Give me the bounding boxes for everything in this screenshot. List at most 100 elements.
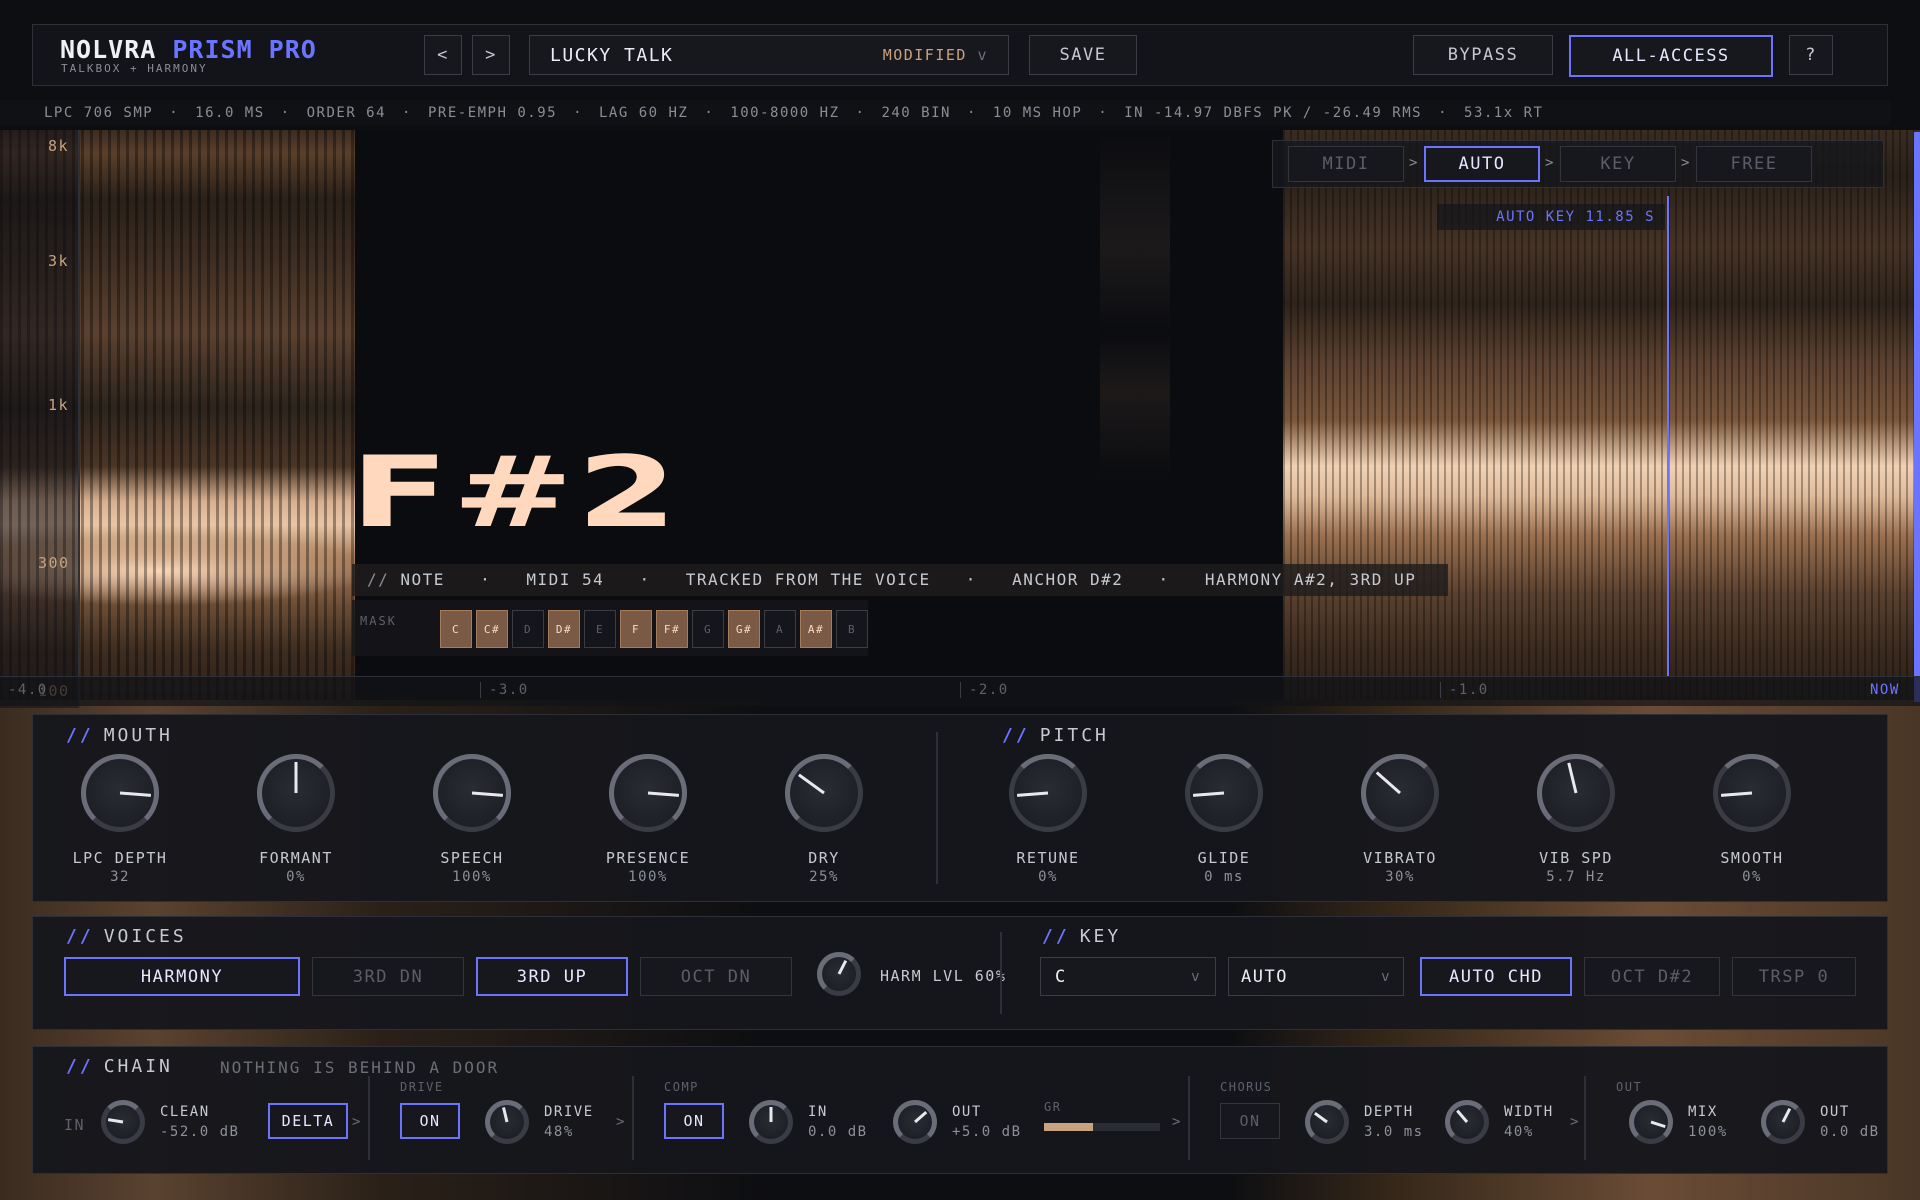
vibrato-knob[interactable] — [1361, 754, 1439, 832]
bypass-button[interactable]: BYPASS — [1413, 35, 1553, 75]
mask-key-fsharp[interactable]: F# — [656, 610, 688, 648]
key-root-value: C — [1055, 966, 1067, 987]
key-scale-select[interactable]: AUTO v — [1228, 957, 1404, 996]
harmony-level-label: HARM LVL 60% — [880, 967, 1007, 985]
chevron-down-icon: v — [1381, 968, 1391, 985]
auto-chord-button[interactable]: AUTO CHD — [1420, 957, 1572, 996]
delta-button[interactable]: DELTA — [268, 1103, 348, 1139]
key-root-select[interactable]: C v — [1040, 957, 1216, 996]
knob-value: 0% — [1742, 869, 1762, 885]
mask-key-d[interactable]: D — [512, 610, 544, 648]
gain-reduction-fill — [1044, 1123, 1093, 1131]
speech-knob[interactable] — [433, 754, 511, 832]
knob-label: RETUNE — [1016, 849, 1080, 867]
help-button[interactable]: ? — [1789, 35, 1833, 75]
formant-knob[interactable] — [257, 754, 335, 832]
third-up-button[interactable]: 3RD UP — [476, 957, 628, 996]
divider — [936, 732, 938, 884]
mix-knob[interactable] — [1629, 1100, 1673, 1144]
comp-out-knob[interactable] — [893, 1100, 937, 1144]
output-knob[interactable] — [1761, 1100, 1805, 1144]
separator: · — [280, 105, 291, 121]
mask-key-g[interactable]: G — [692, 610, 724, 648]
note-anchor: ANCHOR D#2 — [1012, 570, 1124, 589]
mask-key-a[interactable]: A — [764, 610, 796, 648]
mask-key-e[interactable]: E — [584, 610, 616, 648]
comp-on-button[interactable]: ON — [664, 1103, 724, 1139]
auto-key-readout: AUTO KEY 11.85 S — [1437, 204, 1665, 230]
time-label: -2.0 — [960, 682, 1009, 698]
mode-arrow: > — [1681, 155, 1691, 171]
chain-arrow: > — [352, 1114, 362, 1130]
retune-knob[interactable] — [1009, 754, 1087, 832]
octave-down-button[interactable]: OCT DN — [640, 957, 792, 996]
note-label: NOTE — [400, 570, 445, 589]
prev-preset-button[interactable]: < — [424, 35, 462, 75]
note-source: TRACKED FROM THE VOICE — [685, 570, 931, 589]
comp-in-knob[interactable] — [749, 1100, 793, 1144]
chain-arrow: > — [1172, 1114, 1182, 1130]
knob-pointer — [294, 762, 298, 793]
harmony-button[interactable]: HARMONY — [64, 957, 300, 996]
mask-key-c[interactable]: C — [440, 610, 472, 648]
chevron-down-icon: v — [977, 46, 988, 64]
chorus-group-label: CHORUS — [1220, 1080, 1273, 1094]
lpc-depth-knob[interactable] — [81, 754, 159, 832]
freq-label-1k: 1k — [48, 396, 70, 414]
all-access-button[interactable]: ALL-ACCESS — [1569, 35, 1773, 77]
separator: · — [639, 570, 651, 589]
playhead[interactable] — [1667, 196, 1669, 676]
note-prefix: // — [367, 570, 390, 589]
chain-in-label: IN — [64, 1116, 86, 1134]
knob-value: 0% — [1038, 869, 1058, 885]
glide-knob[interactable] — [1185, 754, 1263, 832]
mode-key-button[interactable]: KEY — [1560, 146, 1676, 182]
mode-free-button[interactable]: FREE — [1696, 146, 1812, 182]
octave-button[interactable]: OCT D#2 — [1584, 957, 1720, 996]
mask-key-csharp[interactable]: C# — [476, 610, 508, 648]
mode-auto-button[interactable]: AUTO — [1424, 146, 1540, 182]
depth-value: 3.0 ms — [1364, 1124, 1424, 1140]
harmony-level-knob[interactable] — [817, 952, 861, 996]
next-preset-button[interactable]: > — [472, 35, 510, 75]
mask-key-b[interactable]: B — [836, 610, 868, 648]
key-scale-value: AUTO — [1241, 966, 1288, 987]
section-marker: // — [66, 926, 94, 947]
divider — [1584, 1076, 1586, 1160]
smooth-knob[interactable] — [1713, 754, 1791, 832]
mask-key-f[interactable]: F — [620, 610, 652, 648]
third-down-button[interactable]: 3RD DN — [312, 957, 464, 996]
comp-out-label: OUT — [952, 1104, 982, 1120]
edge-marker — [1914, 132, 1920, 702]
knob-label: PRESENCE — [605, 849, 691, 867]
width-knob[interactable] — [1445, 1100, 1489, 1144]
mask-key-dsharp[interactable]: D# — [548, 610, 580, 648]
key-section-title: //KEY — [1042, 926, 1122, 947]
mask-key-asharp[interactable]: A# — [800, 610, 832, 648]
stat-item: 53.1x RT — [1464, 105, 1544, 121]
separator: · — [704, 105, 715, 121]
clean-knob[interactable] — [101, 1100, 145, 1144]
dry-knob[interactable] — [785, 754, 863, 832]
transpose-button[interactable]: TRSP 0 — [1732, 957, 1856, 996]
pitch-section-title: //PITCH — [1002, 725, 1109, 746]
drive-on-button[interactable]: ON — [400, 1103, 460, 1139]
mode-midi-button[interactable]: MIDI — [1288, 146, 1404, 182]
presence-knob[interactable] — [609, 754, 687, 832]
drive-knob[interactable] — [485, 1100, 529, 1144]
knob-value: 25% — [809, 869, 839, 885]
tagline: TALKBOX + HARMONY — [61, 62, 208, 75]
mask-key-gsharp[interactable]: G# — [728, 610, 760, 648]
divider — [632, 1076, 634, 1160]
chorus-on-button[interactable]: ON — [1220, 1103, 1280, 1139]
product-name: PRISM PRO — [172, 35, 317, 64]
save-button[interactable]: SAVE — [1029, 35, 1137, 75]
frequency-axis — [0, 130, 80, 708]
knob-label: VIBRATO — [1363, 849, 1437, 867]
depth-knob[interactable] — [1305, 1100, 1349, 1144]
knob-label: SPEECH — [440, 849, 504, 867]
vib-spd-knob[interactable] — [1537, 754, 1615, 832]
preset-selector[interactable]: LUCKY TALK MODIFIED v — [529, 35, 1009, 75]
stat-item: LAG 60 HZ — [599, 105, 689, 121]
mix-label: MIX — [1688, 1104, 1718, 1120]
